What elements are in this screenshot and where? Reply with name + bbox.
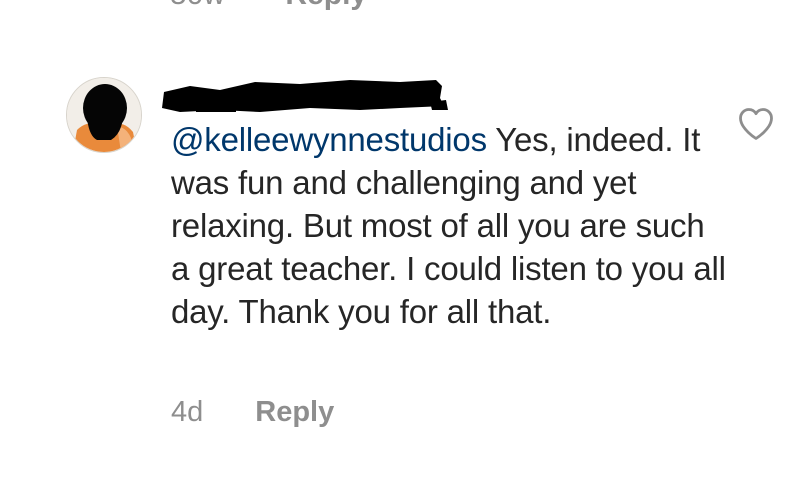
comment-time: 4d xyxy=(171,396,204,428)
avatar-image xyxy=(67,78,141,152)
username-redacted[interactable] xyxy=(160,72,450,116)
reply-button[interactable]: Reply xyxy=(255,392,334,432)
mention-link[interactable]: @kelleewynnestudios xyxy=(171,121,487,158)
comment: @kelleewynnestudios Yes, indeed. It was … xyxy=(0,0,800,492)
avatar[interactable] xyxy=(66,77,142,153)
comment-body: @kelleewynnestudios Yes, indeed. It was … xyxy=(171,118,731,333)
redaction-mark xyxy=(162,80,448,112)
comment-meta: 4d Reply xyxy=(171,392,334,432)
heart-outline-icon[interactable] xyxy=(737,106,775,142)
